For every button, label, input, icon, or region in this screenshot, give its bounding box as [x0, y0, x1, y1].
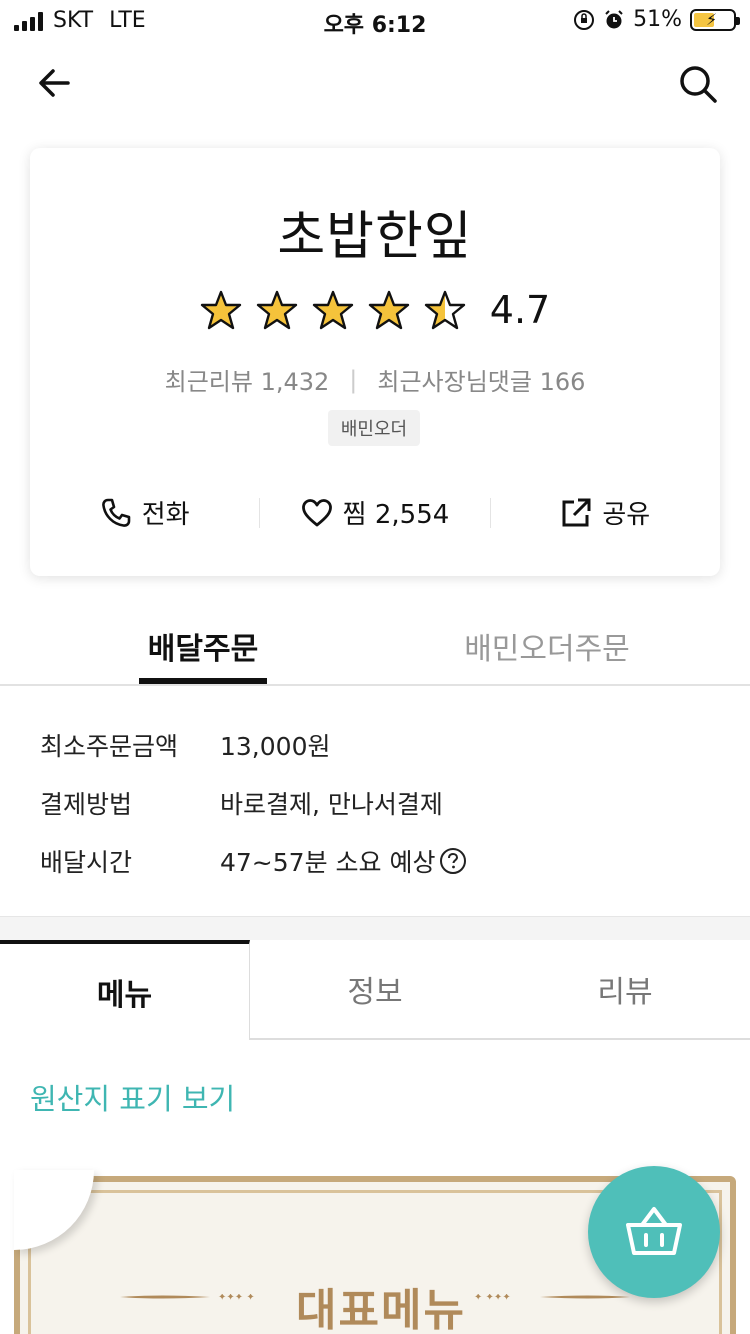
call-button[interactable]: 전화 [30, 494, 259, 531]
info-value: 바로결제, 만나서결제 [220, 790, 443, 819]
info-row-delivery-time: 배달시간 47~57분 소요 예상 [40, 832, 720, 890]
tab-delivery-order[interactable]: 배달주문 [139, 624, 267, 684]
store-name: 초밥한잎 [277, 207, 473, 267]
star-icon [368, 290, 409, 330]
svg-text:✦ ✦✦✦: ✦ ✦✦✦ [474, 1294, 511, 1300]
star-icon [200, 290, 241, 330]
back-arrow-icon [39, 69, 70, 97]
half-star-icon [424, 290, 465, 330]
store-card: 초밥한잎 4.7 최근리뷰 1,432 | 최근사장님댓글 166 배민오더 전… [30, 148, 720, 576]
divider: | [349, 365, 358, 394]
ornament-right: ✦ ✦✦✦ [474, 1294, 630, 1300]
like-label: 찜 2,554 [342, 500, 450, 530]
like-button[interactable]: 찜 2,554 [260, 494, 489, 531]
tab-menu[interactable]: 메뉴 [0, 940, 250, 1040]
info-row-payment: 결제방법 바로결제, 만나서결제 [40, 774, 720, 832]
call-label: 전화 [141, 500, 190, 530]
share-button[interactable]: 공유 [491, 494, 720, 531]
battery-icon: ⚡ [690, 8, 740, 31]
info-label: 배달시간 [40, 848, 133, 877]
rating-value: 4.7 [489, 288, 551, 332]
tab-info[interactable]: 정보 [250, 940, 500, 1040]
review-stats: 최근리뷰 1,432 | 최근사장님댓글 166 [30, 362, 720, 397]
info-value-wrap: 47~57분 소요 예상 [220, 843, 467, 879]
origin-label-link[interactable]: 원산지 표기 보기 [30, 1076, 235, 1118]
heart-icon [301, 498, 332, 526]
delivery-info: 최소주문금액 13,000원 결제방법 바로결제, 만나서결제 배달시간 47~… [40, 716, 720, 890]
tab-baemin-order[interactable]: 배민오더주문 [462, 624, 632, 684]
battery-percent: 51% [633, 7, 682, 32]
recent-reviews[interactable]: 최근리뷰 1,432 [165, 362, 330, 397]
share-label: 공유 [602, 500, 651, 530]
baemin-order-badge: 배민오더 [328, 410, 420, 446]
content-tabs: 메뉴 정보 리뷰 [0, 940, 750, 1040]
info-value: 13,000원 [220, 732, 331, 761]
back-button[interactable] [34, 62, 76, 104]
phone-icon [101, 498, 131, 527]
status-bar: SKT LTE 오후 6:12 51% ⚡ [0, 0, 750, 40]
info-label: 최소주문금액 [40, 732, 179, 761]
order-type-tabs: 배달주문 배민오더주문 [0, 604, 750, 686]
info-value: 47~57분 소요 예상 [220, 848, 436, 877]
rotation-lock-icon [574, 9, 595, 30]
cart-button[interactable] [588, 1166, 720, 1298]
rating-row: 4.7 [30, 288, 720, 332]
tab-review[interactable]: 리뷰 [500, 940, 750, 1040]
star-rating [200, 289, 466, 331]
search-icon [680, 66, 717, 103]
store-actions: 전화 찜 2,554 공유 [30, 494, 720, 531]
basket-icon [626, 1207, 682, 1255]
info-label: 결제방법 [40, 790, 133, 819]
star-icon [312, 290, 353, 330]
owner-replies[interactable]: 최근사장님댓글 166 [377, 362, 585, 397]
section-divider [0, 916, 750, 940]
share-icon [562, 498, 591, 526]
status-right: 51% ⚡ [573, 7, 740, 32]
search-button[interactable] [676, 62, 720, 106]
info-row-min-order: 최소주문금액 13,000원 [40, 716, 720, 774]
question-circle-icon[interactable] [439, 847, 467, 875]
alarm-icon [605, 9, 623, 28]
star-icon [256, 290, 297, 330]
